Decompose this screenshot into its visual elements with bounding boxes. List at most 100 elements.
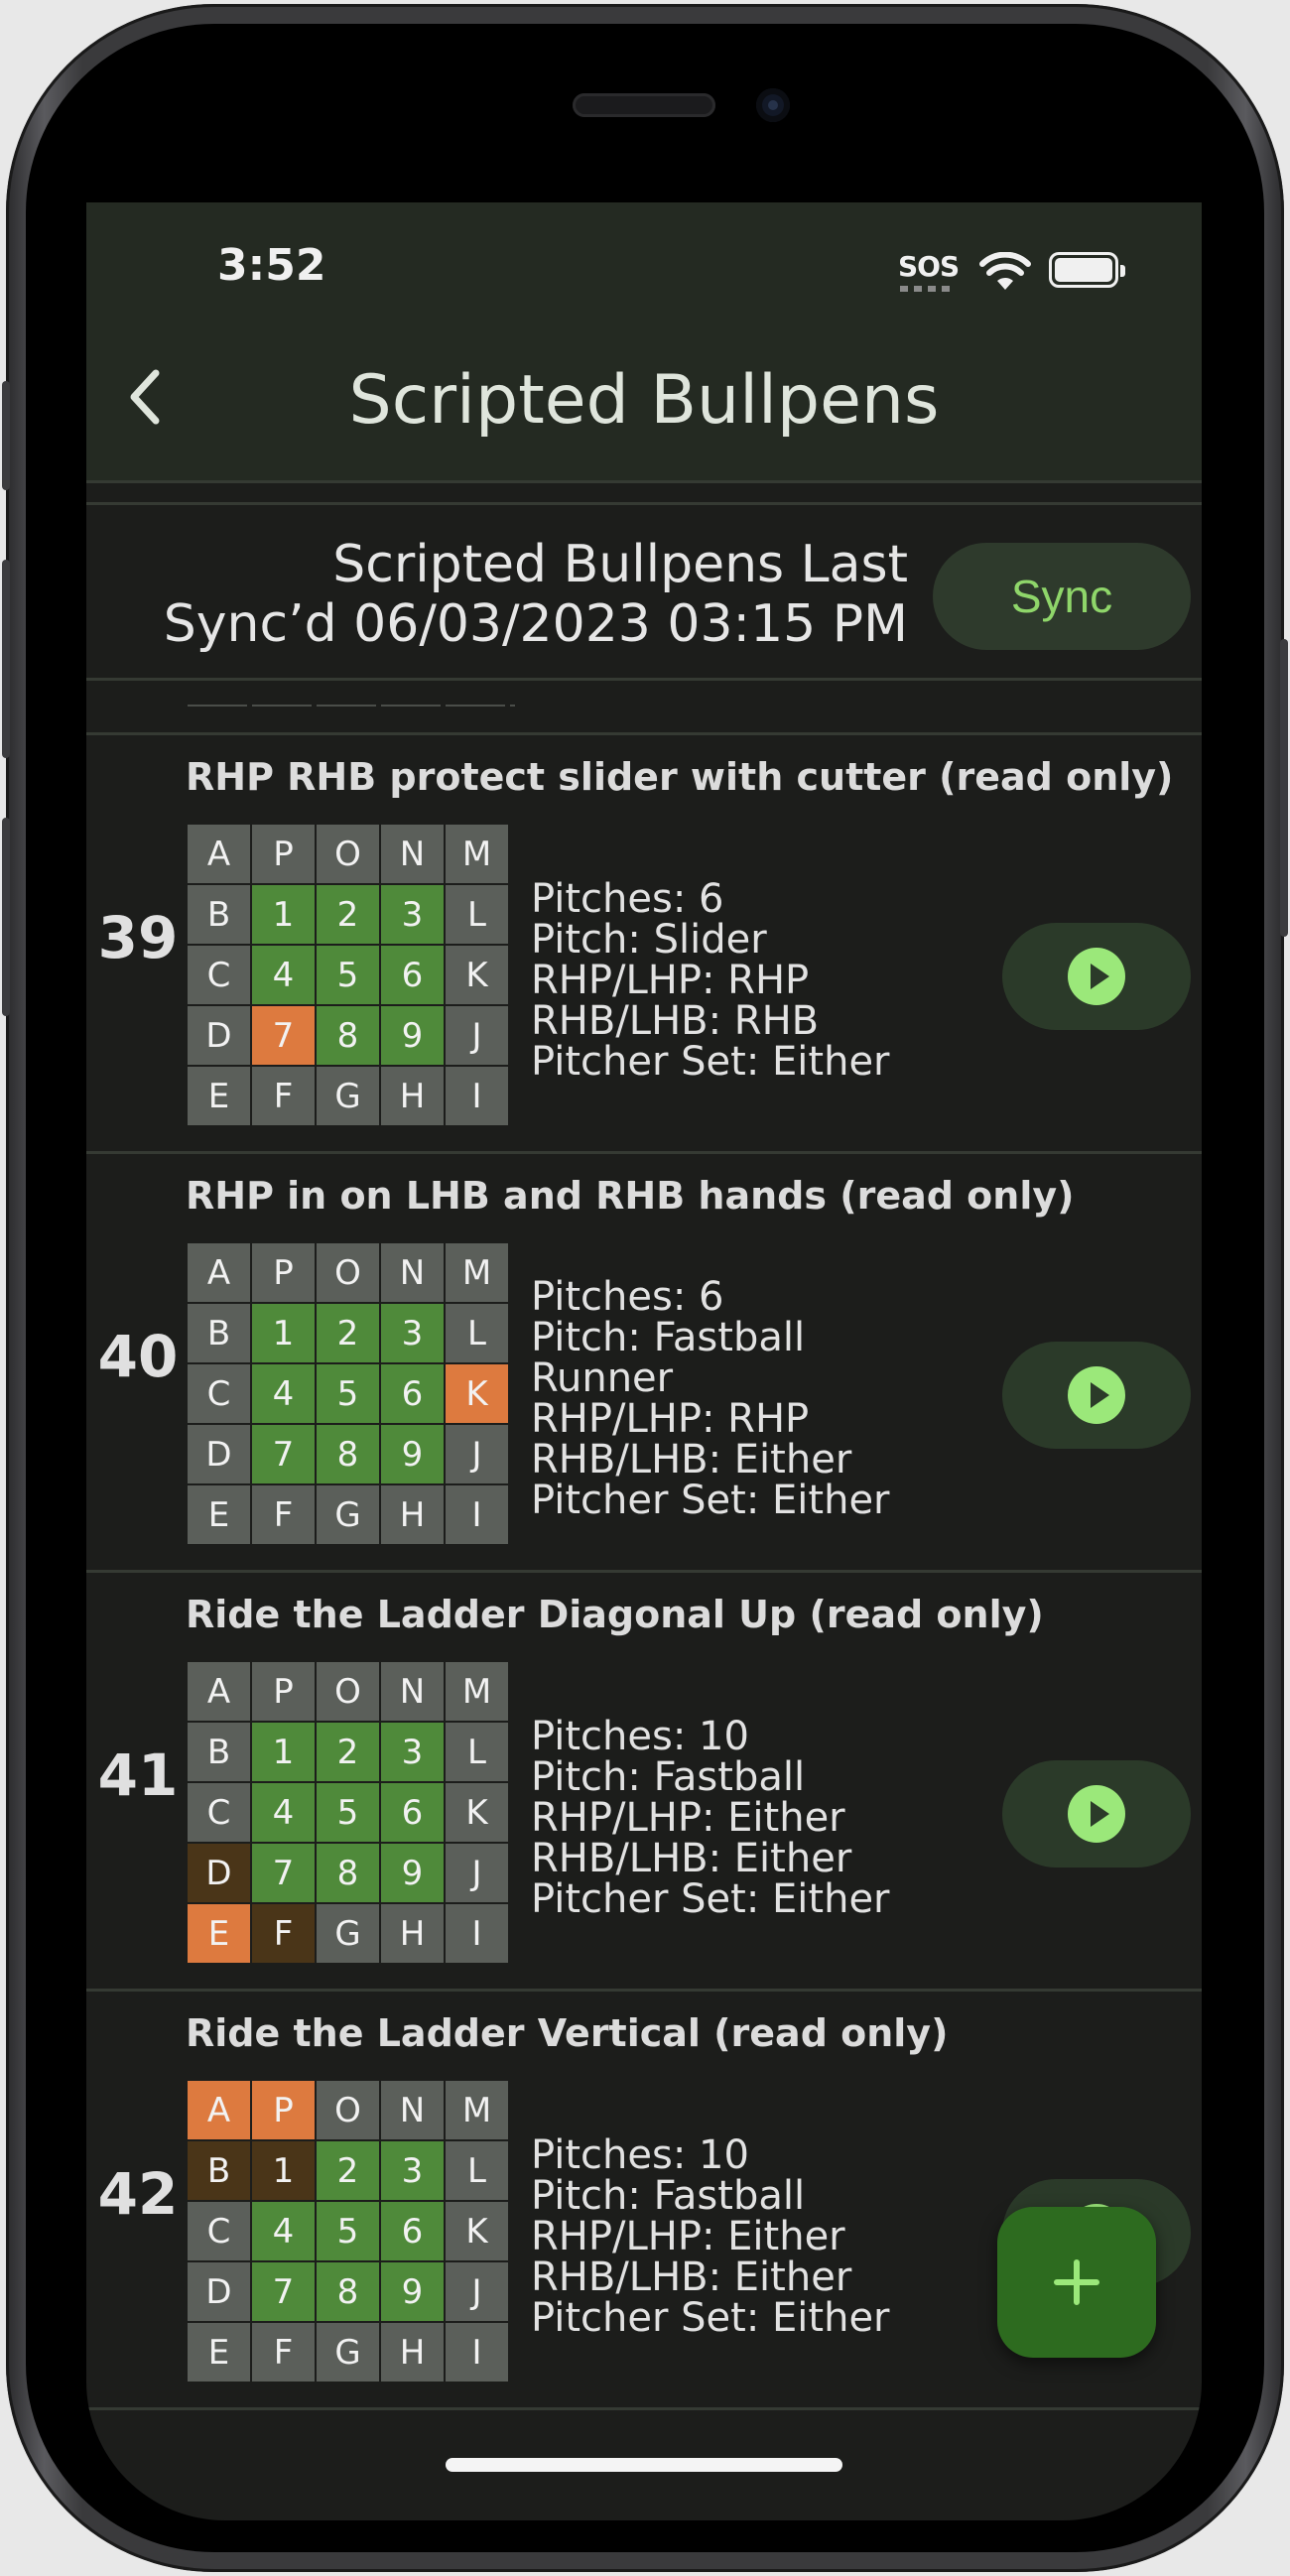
zone-cell: 5 xyxy=(317,2202,379,2260)
zone-cell: 1 xyxy=(252,1304,315,1362)
bullpen-title: Ride the Ladder Vertical (read only) xyxy=(186,2011,949,2055)
detail-line: RHB/LHB: Either xyxy=(531,2254,852,2300)
bullpen-item[interactable]: Ride the Ladder Diagonal Up (read only) 4… xyxy=(86,1573,1202,1992)
detail-line: Pitch: Slider xyxy=(531,916,767,963)
zone-cell: C xyxy=(188,1364,250,1423)
zone-cell: G xyxy=(317,1067,379,1125)
bullpen-number: 39 xyxy=(97,904,179,971)
zone-cell: 1 xyxy=(252,2141,315,2200)
zone-cell: E xyxy=(188,1067,250,1125)
zone-cell: P xyxy=(252,2081,315,2139)
zone-cell: P xyxy=(252,825,315,883)
zone-cell: 2 xyxy=(317,1304,379,1362)
zone-cell: O xyxy=(317,1243,379,1302)
detail-line: Pitches: 10 xyxy=(531,1713,749,1759)
zone-cell: C xyxy=(188,2202,250,2260)
play-bullpen-button[interactable] xyxy=(1002,1342,1191,1449)
zone-cell: K xyxy=(446,1364,508,1423)
bullpen-item[interactable]: RHP in on LHB and RHB hands (read only) 4… xyxy=(86,1154,1202,1573)
zone-cell: K xyxy=(446,946,508,1004)
zone-cell: H xyxy=(381,1904,444,1963)
zone-cell: 4 xyxy=(252,2202,315,2260)
bullpen-details: Pitches: 6 Pitch: Slider RHP/LHP: RHP RHB/L… xyxy=(531,875,890,1085)
page-title: Scripted Bullpens xyxy=(348,361,940,440)
zone-cell: 1 xyxy=(252,1723,315,1781)
detail-line: Pitcher Set: Either xyxy=(531,1038,890,1085)
zone-cell: 9 xyxy=(381,1006,444,1065)
strike-zone-grid: APONM B123L C456K D789J EFGHI xyxy=(188,1662,510,1966)
zone-cell: A xyxy=(188,1243,250,1302)
zone-cell: O xyxy=(317,825,379,883)
front-camera xyxy=(756,88,790,122)
zone-cell: 2 xyxy=(317,1723,379,1781)
zone-cell: A xyxy=(188,1662,250,1721)
zone-cell: O xyxy=(317,2081,379,2139)
zone-cell: N xyxy=(381,2081,444,2139)
play-bullpen-button[interactable] xyxy=(1002,923,1191,1030)
zone-cell: C xyxy=(188,1783,250,1842)
power-button xyxy=(1280,639,1288,937)
zone-cell: 4 xyxy=(252,1364,315,1423)
detail-line: RHB/LHB: Either xyxy=(531,1835,852,1881)
zone-cell: N xyxy=(381,1243,444,1302)
zone-cell: C xyxy=(188,946,250,1004)
zone-cell: B xyxy=(188,885,250,944)
zone-cell: 7 xyxy=(252,1425,315,1483)
list-top-placeholder xyxy=(188,705,515,707)
zone-cell: 3 xyxy=(381,885,444,944)
zone-cell: E xyxy=(188,1485,250,1544)
detail-line: RHP/LHP: RHP xyxy=(531,957,810,1003)
zone-cell: 7 xyxy=(252,1006,315,1065)
zone-cell: A xyxy=(188,2081,250,2139)
play-circle-icon xyxy=(1068,948,1125,1005)
last-sync-line2: Sync’d 06/03/2023 03:15 PM xyxy=(163,594,908,654)
zone-cell: 3 xyxy=(381,1304,444,1362)
zone-cell: J xyxy=(446,1006,508,1065)
detail-line: Runner xyxy=(531,1355,674,1401)
zone-cell: 4 xyxy=(252,1783,315,1842)
home-indicator[interactable] xyxy=(446,2458,842,2472)
zone-cell: G xyxy=(317,2323,379,2382)
battery-icon xyxy=(1049,252,1125,288)
detail-line: RHP/LHP: RHP xyxy=(531,1396,810,1442)
divider xyxy=(86,2407,1202,2410)
zone-cell: 5 xyxy=(317,1364,379,1423)
zone-cell: 6 xyxy=(381,2202,444,2260)
signal-dots xyxy=(900,286,956,292)
strike-zone-grid: APONM B123L C456K D789J EFGHI xyxy=(188,1243,510,1547)
zone-cell: 9 xyxy=(381,1425,444,1483)
last-sync-line1: Scripted Bullpens Last xyxy=(332,535,908,594)
sync-bar: Scripted Bullpens Last Sync’d 06/03/2023… xyxy=(86,502,1202,681)
bullpen-title: Ride the Ladder Diagonal Up (read only) xyxy=(186,1593,1044,1636)
zone-cell: B xyxy=(188,2141,250,2200)
zone-cell: G xyxy=(317,1904,379,1963)
app-bar: 3:52 SOS Scripted Bullpens xyxy=(86,202,1202,483)
zone-cell: 3 xyxy=(381,2141,444,2200)
bullpen-item[interactable]: RHP RHB protect slider with cutter (read… xyxy=(86,735,1202,1154)
volume-up-button xyxy=(2,560,10,758)
play-bullpen-button[interactable] xyxy=(1002,1760,1191,1868)
zone-cell: M xyxy=(446,2081,508,2139)
zone-cell: D xyxy=(188,1006,250,1065)
zone-cell: M xyxy=(446,825,508,883)
zone-cell: F xyxy=(252,1485,315,1544)
sync-button[interactable]: Sync xyxy=(933,543,1191,650)
zone-cell: A xyxy=(188,825,250,883)
zone-cell: I xyxy=(446,1904,508,1963)
status-sos: SOS xyxy=(898,250,960,283)
zone-cell: I xyxy=(446,1485,508,1544)
zone-cell: 6 xyxy=(381,946,444,1004)
zone-cell: 8 xyxy=(317,1006,379,1065)
detail-line: Pitch: Fastball xyxy=(531,1753,806,1800)
plus-icon xyxy=(1054,2259,1099,2305)
detail-line: Pitches: 6 xyxy=(531,875,724,922)
zone-cell: L xyxy=(446,885,508,944)
zone-cell: D xyxy=(188,1844,250,1902)
detail-line: Pitcher Set: Either xyxy=(531,2294,890,2341)
add-bullpen-button[interactable] xyxy=(997,2207,1156,2358)
detail-line: RHP/LHP: Either xyxy=(531,2213,845,2259)
strike-zone-grid: APONM B123L C456K D789J EFGHI xyxy=(188,2081,510,2384)
detail-line: Pitches: 10 xyxy=(531,2131,749,2178)
zone-cell: G xyxy=(317,1485,379,1544)
bullpen-title: RHP RHB protect slider with cutter (read… xyxy=(186,755,1174,799)
